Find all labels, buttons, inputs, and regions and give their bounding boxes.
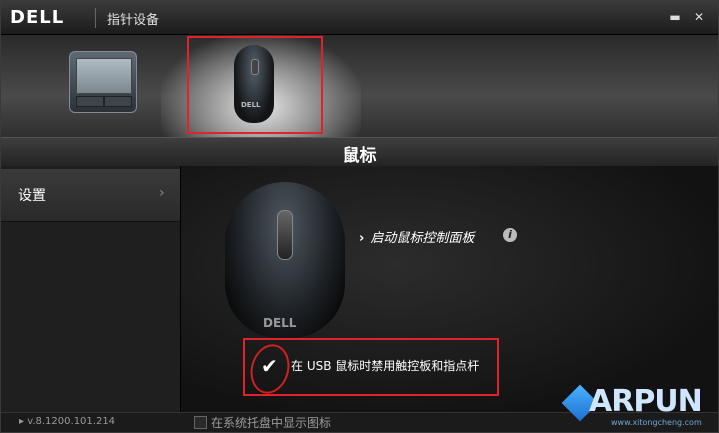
mouse-wheel-icon — [251, 59, 259, 75]
show-tray-icon-label: 在系统托盘中显示图标 — [211, 416, 332, 430]
version-label: ▸ v.8.1200.101.214 — [19, 416, 116, 427]
sidebar-item-label: 设置 — [18, 188, 46, 204]
launch-mouse-control-panel-link[interactable]: › 启动鼠标控制面板 — [359, 227, 474, 246]
sidebar: 设置 › — [1, 166, 181, 412]
mouse-wheel-illustration — [277, 210, 293, 260]
dell-logo: DELL — [10, 7, 65, 28]
touchpad-device-button[interactable] — [69, 51, 137, 113]
watermark-logo: ARPUN www.xitongcheng.com — [561, 380, 715, 430]
launch-link-label: 启动鼠标控制面板 — [370, 231, 475, 246]
watermark-text: ARPUN — [589, 384, 703, 419]
window-title: 指针设备 — [107, 13, 160, 28]
mouse-illustration: DELL — [225, 182, 345, 338]
sidebar-item-settings[interactable]: 设置 › — [1, 169, 180, 222]
section-heading: 鼠标 — [342, 146, 377, 166]
mouse-icon: DELL — [234, 45, 274, 123]
title-separator — [95, 8, 96, 28]
disable-touchpad-checkbox[interactable]: ✔ — [261, 354, 278, 378]
show-tray-icon-checkbox[interactable] — [194, 416, 207, 429]
main-panel: DELL › 启动鼠标控制面板 i ✔ 在 USB 鼠标时禁用触控板和指点杆 — [181, 166, 718, 412]
disable-touchpad-label: 在 USB 鼠标时禁用触控板和指点杆 — [291, 359, 480, 373]
watermark-subtext: www.xitongcheng.com — [611, 418, 702, 427]
section-heading-bar: 鼠标 — [1, 137, 718, 167]
touchpad-surface-icon — [76, 58, 132, 94]
close-button[interactable]: ✕ — [691, 9, 707, 25]
mouse-brand-label: DELL — [241, 101, 261, 109]
link-arrow-icon: › — [359, 231, 365, 246]
info-icon[interactable]: i — [503, 228, 517, 242]
title-bar: DELL 指针设备 ▬ ✕ — [1, 1, 718, 35]
pointing-device-window: DELL 指针设备 ▬ ✕ DELL 鼠标 设置 › DELL › 启动鼠标控制面… — [0, 0, 719, 433]
chevron-right-icon: › — [159, 185, 165, 201]
touchpad-right-button-icon — [104, 96, 132, 107]
mouse-device-button[interactable]: DELL — [187, 36, 323, 134]
touchpad-left-button-icon — [76, 96, 104, 107]
mouse-illustration-brand: DELL — [263, 316, 297, 330]
minimize-button[interactable]: ▬ — [667, 9, 683, 25]
